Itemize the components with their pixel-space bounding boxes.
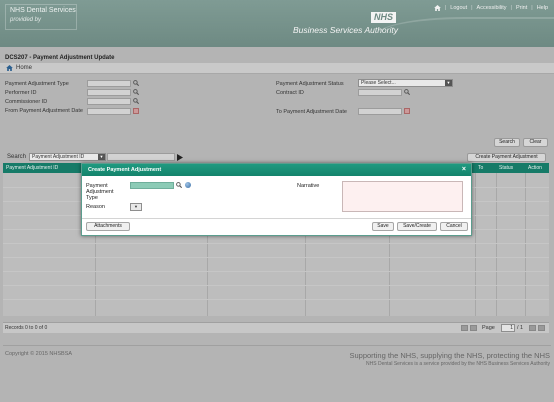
first-page-icon[interactable] [461, 325, 468, 331]
page-total: / 1 [517, 325, 524, 331]
help-link[interactable]: Help [537, 5, 548, 11]
dialog-title: Create Payment Adjustment [88, 167, 162, 173]
column-divider [496, 173, 497, 316]
search-icon[interactable] [133, 80, 139, 86]
column-divider [475, 173, 476, 316]
attachments-button[interactable]: Attachments [86, 222, 130, 231]
row-divider [3, 243, 549, 244]
page-title: DCS207 - Payment Adjustment Update [5, 55, 115, 61]
info-icon[interactable] [185, 182, 191, 188]
copyright: Copyright © 2015 NHSBSA [5, 351, 73, 357]
performer-id-input[interactable] [87, 89, 131, 96]
from-date-label: From Payment Adjustment Date [5, 108, 83, 114]
home-icon[interactable] [434, 5, 441, 11]
search-bar: Search Payment Adjustment ID ▼ Create Pa… [0, 152, 554, 163]
column-divider [525, 173, 526, 316]
grid-footer: Records 0 to 0 of 0 Page 1 / 1 [3, 322, 549, 333]
logout-link[interactable]: Logout [450, 5, 467, 11]
footer-divider [3, 345, 551, 346]
narrative-textarea[interactable] [342, 181, 463, 212]
records-count: Records 0 to 0 of 0 [5, 325, 48, 331]
column-header-action[interactable]: Action [525, 163, 549, 173]
dialog-title-bar: Create Payment Adjustment × [82, 164, 471, 176]
narrative-label: Narrative [297, 183, 320, 189]
column-header-id[interactable]: Payment Adjustment ID [3, 163, 83, 173]
calendar-icon[interactable] [404, 108, 410, 114]
next-page-icon[interactable] [529, 325, 536, 331]
search-button[interactable]: Search [494, 138, 520, 147]
create-payment-adjustment-button[interactable]: Create Payment Adjustment [467, 153, 546, 162]
to-date-label: To Payment Adjustment Date [276, 109, 347, 115]
column-header-status[interactable]: Status [496, 163, 524, 173]
header-banner: NHS Dental Services provided by NHS Busi… [0, 0, 554, 47]
performer-id-label: Performer ID [5, 90, 37, 96]
org-name: Business Services Authority [292, 25, 398, 35]
page-label: Page [482, 325, 495, 331]
commissioner-id-label: Commissioner ID [5, 99, 48, 105]
create-payment-adjustment-dialog: Create Payment Adjustment × Payment Adju… [81, 163, 472, 236]
row-divider [3, 299, 549, 300]
save-button[interactable]: Save [372, 222, 394, 231]
breadcrumb-home[interactable]: Home [16, 65, 32, 71]
row-divider [3, 271, 549, 272]
top-links: | Logout | Accessibility | Print | Help [434, 5, 548, 11]
clear-button[interactable]: Clear [523, 138, 548, 147]
page-number-input[interactable]: 1 [501, 324, 515, 332]
row-divider [3, 285, 549, 286]
payment-adjustment-type-label: Payment Adjustment Type [5, 81, 69, 87]
search-icon[interactable] [176, 182, 182, 188]
type-input[interactable] [130, 182, 174, 189]
contract-id-input[interactable] [358, 89, 402, 96]
close-icon[interactable]: × [462, 164, 466, 176]
status-select-value: Please Select... [361, 80, 396, 86]
reason-select[interactable]: ▼ [130, 203, 142, 211]
nhs-logo: NHS [370, 12, 396, 23]
accessibility-link[interactable]: Accessibility [477, 5, 507, 11]
decorative-swoosh [374, 17, 554, 47]
search-bar-label: Search [7, 154, 27, 160]
status-label: Payment Adjustment Status [276, 81, 344, 87]
status-select[interactable]: Please Select... ▼ [358, 79, 453, 87]
contract-id-label: Contract ID [276, 90, 304, 96]
search-field-select[interactable]: Payment Adjustment ID ▼ [29, 153, 106, 161]
last-page-icon[interactable] [538, 325, 545, 331]
save-create-button[interactable]: Save/Create [397, 222, 437, 231]
calendar-icon[interactable] [133, 108, 139, 114]
search-icon[interactable] [133, 89, 139, 95]
search-icon[interactable] [133, 98, 139, 104]
commissioner-id-input[interactable] [87, 98, 131, 105]
search-icon[interactable] [404, 89, 410, 95]
cancel-button[interactable]: Cancel [440, 222, 468, 231]
type-label: Payment Adjustment Type [86, 183, 114, 201]
home-icon[interactable] [6, 65, 13, 71]
play-icon[interactable] [177, 154, 183, 161]
reason-label: Reason [86, 204, 105, 210]
column-header-to[interactable]: To [475, 163, 495, 173]
search-value-input[interactable] [107, 153, 175, 161]
provided-by: NHS Dental Services is a service provide… [366, 361, 550, 367]
tagline: Supporting the NHS, supplying the NHS, p… [349, 351, 550, 360]
chevron-down-icon: ▼ [445, 80, 452, 86]
brand-line-2: provided by [10, 17, 42, 23]
breadcrumb: Home [0, 63, 554, 74]
prev-page-icon[interactable] [470, 325, 477, 331]
to-date-input[interactable] [358, 108, 402, 115]
chevron-down-icon: ▼ [98, 154, 105, 160]
print-link[interactable]: Print [516, 5, 527, 11]
dialog-divider [82, 218, 471, 219]
search-field-value: Payment Adjustment ID [32, 154, 85, 160]
chevron-down-icon: ▼ [134, 204, 138, 209]
from-date-input[interactable] [87, 108, 131, 115]
payment-adjustment-type-input[interactable] [87, 80, 131, 87]
row-divider [3, 257, 549, 258]
brand-line-1: NHS Dental Services [10, 7, 76, 14]
